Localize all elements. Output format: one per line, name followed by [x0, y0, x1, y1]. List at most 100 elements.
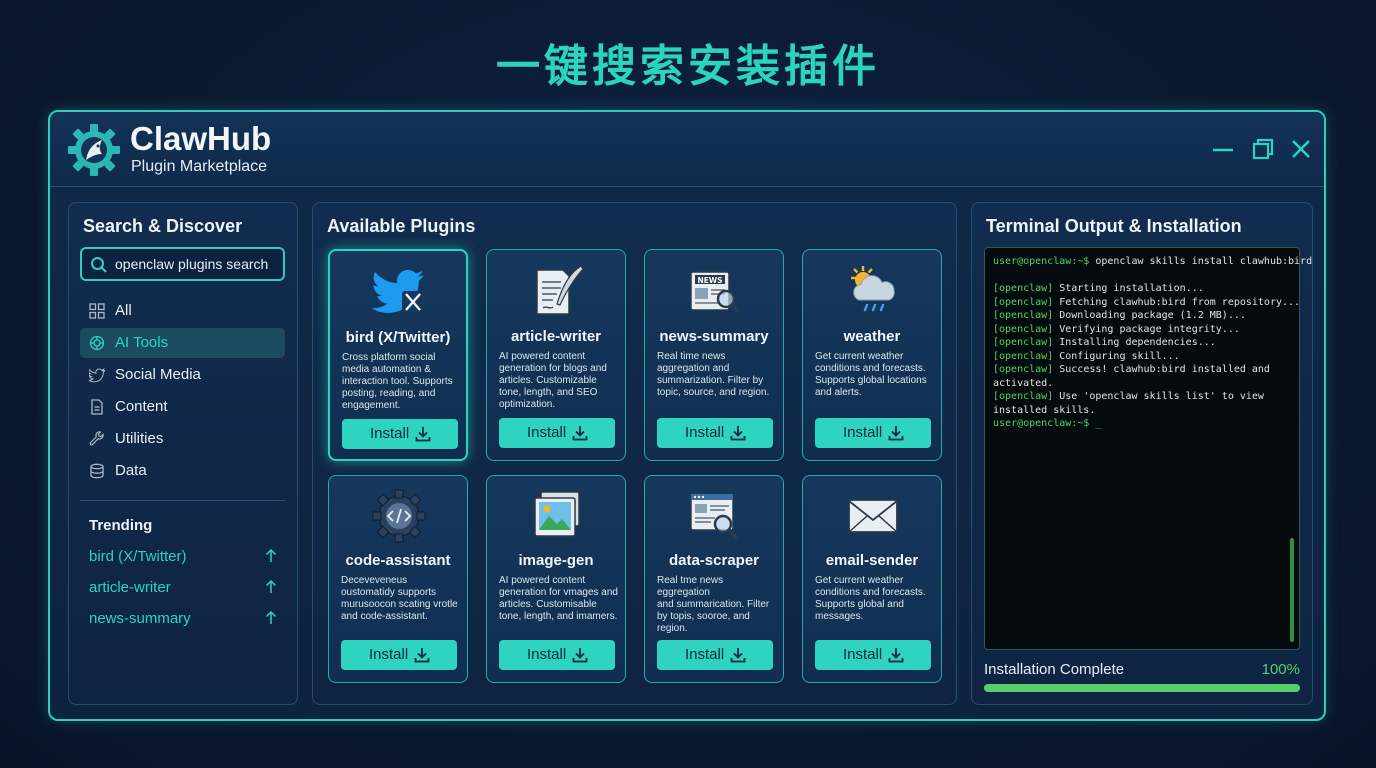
plugin-card-email-sender[interactable]: email-sender Get current weather conditio… — [802, 475, 942, 683]
plugin-description: Cross platform social media automation & i… — [342, 352, 453, 411]
arrow-up-icon — [265, 580, 277, 593]
nav-item-content[interactable]: Content — [80, 392, 285, 422]
weather-cloud-icon — [851, 266, 895, 312]
plugin-card-bird[interactable]: bird (X/Twitter) Cross platform social me… — [328, 249, 468, 461]
terminal-prompt: user@openclaw:~$ — [993, 256, 1090, 267]
trending-item-label: bird (X/Twitter) — [89, 548, 187, 565]
install-label: Install — [527, 424, 567, 441]
search-input[interactable]: openclaw plugins search — [80, 247, 285, 281]
title-bar: ClawHub Plugin Marketplace — [50, 112, 1324, 187]
search-discover-title: Search & Discover — [83, 216, 243, 236]
plugin-description: Get current weather conditions and foreca… — [815, 351, 927, 398]
trending-item[interactable]: news-summary — [89, 608, 277, 630]
plugin-card-data-scraper[interactable]: data-scraper Real tme news eggregation an… — [644, 475, 784, 683]
plugin-name: code-assistant — [345, 552, 451, 569]
install-label: Install — [527, 646, 567, 663]
install-label: Install — [843, 424, 883, 441]
plugin-card-code-assistant[interactable]: code-assistant Deceveveneus oustomatidy s… — [328, 475, 468, 683]
plugin-description: Real tme news eggregation and summaricati… — [657, 575, 770, 634]
trending-item-label: article-writer — [89, 579, 171, 596]
install-button[interactable]: Install — [815, 640, 931, 670]
install-button[interactable]: Install — [657, 418, 773, 448]
minimize-icon[interactable] — [1210, 136, 1236, 162]
terminal-line: installed skills. — [993, 404, 1096, 416]
bird-icon — [89, 367, 105, 383]
terminal-cursor: _ — [1095, 418, 1102, 429]
installation-progress-fill — [984, 684, 1300, 692]
trending-item[interactable]: article-writer — [89, 577, 277, 599]
terminal-line: [openclaw] Installing dependencies... — [993, 337, 1216, 348]
install-button[interactable]: Install — [342, 419, 458, 449]
install-button[interactable]: Install — [499, 418, 615, 448]
terminal-scrollbar[interactable] — [1290, 538, 1294, 642]
terminal-line: [openclaw] Verifying package integrity..… — [993, 323, 1240, 335]
trending-item-label: news-summary — [89, 610, 191, 627]
plugin-card-article-writer[interactable]: article-writer AI powered content generat… — [486, 249, 626, 461]
quill-document-icon — [536, 265, 584, 315]
terminal-command: openclaw skills install clawhub:bird — [1089, 256, 1313, 267]
terminal-line: [openclaw] Fetching clawhub:bird from re… — [993, 296, 1301, 308]
image-stack-icon — [534, 491, 580, 537]
nav-item-social-media[interactable]: Social Media — [80, 360, 285, 390]
terminal-line: [openclaw] Success! clawhub:bird install… — [993, 364, 1270, 375]
plugin-name: bird (X/Twitter) — [345, 329, 451, 346]
terminal-line: [openclaw] Starting installation... — [993, 283, 1204, 294]
sidebar-divider — [80, 500, 285, 501]
nav-item-utilities[interactable]: Utilities — [80, 424, 285, 454]
search-input-value: openclaw plugins search — [115, 256, 269, 272]
terminal-line: [openclaw] Configuring skill... — [993, 350, 1180, 362]
nav-label: Social Media — [115, 366, 201, 383]
nav-item-data[interactable]: Data — [80, 456, 285, 486]
download-icon — [888, 426, 904, 441]
plugin-description: Deceveveneus oustomatidy supports murusooc… — [341, 575, 458, 622]
page-headline: 一键搜索安装插件 — [496, 41, 880, 92]
twitter-bird-icon — [371, 270, 424, 313]
terminal-line: [openclaw] Downloading package (1.2 MB).… — [993, 310, 1246, 321]
nav-item-all[interactable]: All — [80, 296, 285, 326]
installation-progress-bar — [984, 684, 1300, 692]
download-icon — [572, 648, 588, 663]
install-button[interactable]: Install — [815, 418, 931, 448]
download-icon — [572, 426, 588, 441]
plugin-name: weather — [843, 328, 901, 345]
plugin-description: Real time news aggregation and summarizati… — [657, 351, 770, 398]
download-icon — [888, 648, 904, 663]
terminal-output[interactable]: user@openclaw:~$ openclaw skills install… — [984, 247, 1312, 650]
install-label: Install — [685, 646, 725, 663]
claw-gear-logo-icon — [68, 124, 120, 176]
trending-item[interactable]: bird (X/Twitter) — [89, 546, 277, 568]
newspaper-icon: NEWS — [690, 271, 741, 314]
install-button[interactable]: Install — [341, 640, 457, 670]
nav-label: All — [115, 302, 132, 319]
install-label: Install — [843, 646, 883, 663]
plugin-name: article-writer — [510, 328, 602, 345]
nav-item-ai-tools[interactable]: AI Tools — [80, 328, 285, 358]
install-button[interactable]: Install — [499, 640, 615, 670]
envelope-icon — [848, 499, 898, 533]
install-label: Install — [369, 646, 409, 663]
terminal-panel: Terminal Output & Installation user@open… — [971, 202, 1313, 705]
wrench-icon — [89, 431, 104, 446]
terminal-line: [openclaw] Use 'openclaw skills list' to… — [993, 391, 1264, 402]
maximize-icon[interactable] — [1250, 136, 1276, 162]
install-button[interactable]: Install — [657, 640, 773, 670]
install-label: Install — [370, 425, 410, 442]
search-icon — [91, 257, 107, 273]
installation-progress-value: 100% — [1261, 661, 1300, 678]
trending-title: Trending — [89, 517, 153, 534]
plugin-card-image-gen[interactable]: image-gen AI powered content generation f… — [486, 475, 626, 683]
close-icon[interactable] — [1288, 136, 1314, 162]
plugin-name: news-summary — [659, 328, 769, 345]
plugin-name: image-gen — [518, 552, 594, 569]
nav-label: AI Tools — [115, 334, 169, 351]
nav-label: Content — [115, 398, 168, 415]
terminal-command-line: user@openclaw:~$ openclaw skills install… — [993, 256, 1312, 267]
plugin-name: email-sender — [825, 552, 919, 569]
download-icon — [730, 426, 746, 441]
app-name: ClawHub — [130, 120, 272, 157]
plugin-card-weather[interactable]: weather Get current weather conditions an… — [802, 249, 942, 461]
install-label: Install — [685, 424, 725, 441]
plugin-card-news-summary[interactable]: NEWS news-summary Real time news aggregat… — [644, 249, 784, 461]
download-icon — [414, 648, 430, 663]
database-icon — [90, 463, 104, 479]
